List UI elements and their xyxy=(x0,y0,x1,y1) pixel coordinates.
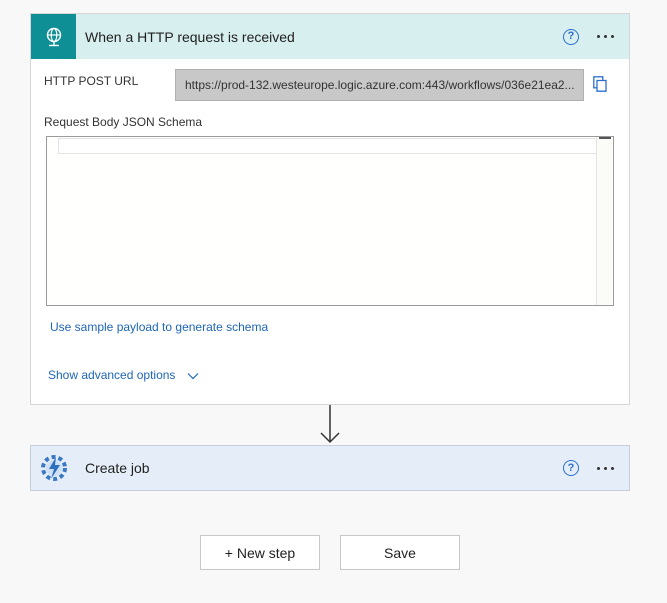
show-advanced-options-link[interactable]: Show advanced options xyxy=(48,368,199,382)
chevron-down-icon xyxy=(187,372,199,380)
http-post-url-field[interactable]: https://prod-132.westeurope.logic.azure.… xyxy=(175,69,584,101)
http-trigger-title: When a HTTP request is received xyxy=(85,28,295,45)
schema-editor-scrollbar[interactable] xyxy=(596,137,612,305)
http-trigger-header[interactable]: When a HTTP request is received ? xyxy=(31,14,629,59)
request-body-schema-editor[interactable] xyxy=(46,136,614,306)
request-body-schema-label: Request Body JSON Schema xyxy=(44,115,203,129)
http-post-url-label: HTTP POST URL xyxy=(44,74,139,88)
use-sample-payload-link[interactable]: Use sample payload to generate schema xyxy=(50,320,268,334)
more-options-icon[interactable] xyxy=(597,29,619,45)
copy-icon[interactable] xyxy=(593,76,607,92)
save-button[interactable]: Save xyxy=(340,535,460,570)
new-step-button[interactable]: + New step xyxy=(200,535,320,570)
create-job-card[interactable]: Create job ? xyxy=(30,445,630,491)
more-options-icon[interactable] xyxy=(597,460,619,476)
job-header-actions: ? xyxy=(563,446,619,490)
create-job-header[interactable]: Create job ? xyxy=(31,446,629,490)
flow-designer-canvas: When a HTTP request is received ? HTTP P… xyxy=(0,0,667,603)
schema-editor-line[interactable] xyxy=(58,138,599,154)
flow-connector-arrow-icon xyxy=(320,405,340,444)
http-globe-icon xyxy=(31,14,76,59)
create-job-title: Create job xyxy=(85,460,150,476)
help-icon[interactable]: ? xyxy=(563,460,579,476)
show-advanced-options-label: Show advanced options xyxy=(48,368,176,382)
help-icon[interactable]: ? xyxy=(563,28,579,45)
automation-gear-icon xyxy=(31,446,76,491)
header-actions: ? xyxy=(563,14,619,59)
http-trigger-card: When a HTTP request is received ? HTTP P… xyxy=(30,13,630,405)
